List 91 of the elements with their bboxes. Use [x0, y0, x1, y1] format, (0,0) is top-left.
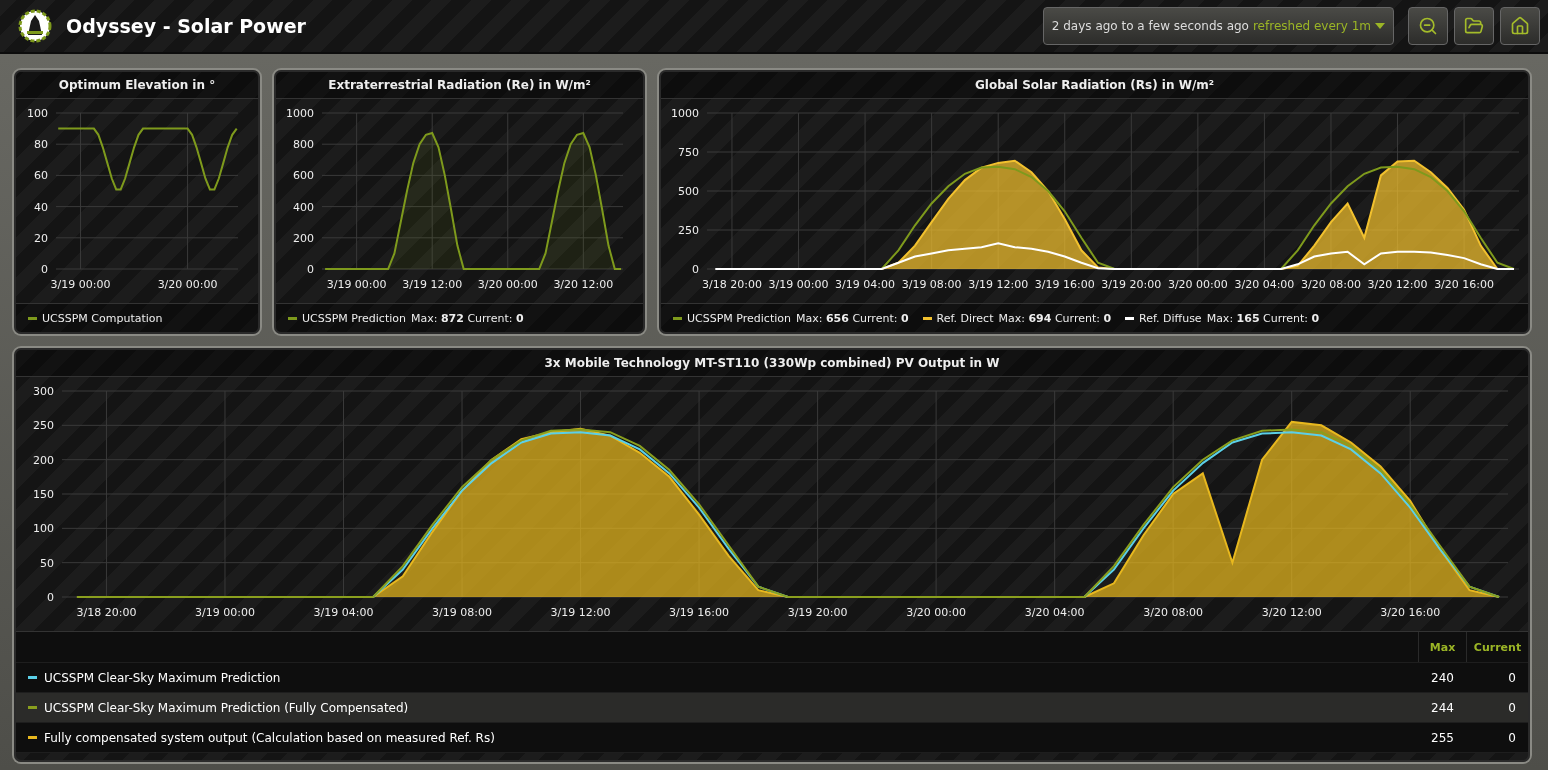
legend-label: Fully compensated system output (Calculation based on measured Ref. Rs) [44, 730, 495, 745]
panel-title: Optimum Elevation in ° [16, 72, 258, 99]
table-cell-text: 0 [1507, 700, 1517, 715]
axis-label: 3/19 12:00 [968, 278, 1029, 291]
legend-stats: Max: 872 Current: 0 [410, 311, 524, 325]
axis-label: 3/19 16:00 [669, 606, 729, 619]
legend-label: UCSSPM Clear-Sky Maximum Prediction [44, 670, 281, 685]
axis-label: 200 [33, 453, 54, 467]
axis-label: 250 [33, 419, 54, 433]
dashboard-title: Odyssey - Solar Power [66, 15, 307, 37]
zoom-out-button[interactable] [1408, 7, 1448, 45]
time-range-picker[interactable]: 2 days ago to a few seconds ago refreshed every 1m [1042, 7, 1394, 45]
axis-label: 3/20 04:00 [1234, 278, 1295, 291]
legend-stats: Max: 694 Current: 0 [998, 311, 1112, 325]
panel-title: Extraterrestrial Radiation (Re) in W/m² [276, 72, 643, 99]
axis-label: 3/20 12:00 [1367, 278, 1428, 291]
panel-title: Global Solar Radiation (Rs) in W/m² [661, 72, 1528, 99]
axis-label: 3/20 00:00 [157, 278, 218, 291]
legend-label: Ref. Diffuse [1139, 311, 1202, 325]
axis-label: 250 [678, 224, 699, 237]
axis-label: 3/20 16:00 [1434, 278, 1495, 291]
folder-icon [1464, 16, 1484, 36]
axis-label: 3/20 00:00 [477, 278, 538, 291]
legend-label: UCSSPM Prediction [687, 311, 791, 325]
column-header: Current [1466, 632, 1528, 662]
axis-label: 3/19 20:00 [787, 606, 848, 619]
home-icon [1510, 16, 1530, 36]
axis-label: 200 [293, 231, 314, 245]
axis-label: 60 [34, 169, 48, 183]
axis-label: 500 [678, 185, 699, 198]
axis-label: 0 [41, 263, 48, 276]
axis-label: 3/20 08:00 [1143, 606, 1204, 619]
axis-label: 0 [47, 591, 54, 604]
axis-label: 3/20 00:00 [906, 606, 967, 619]
legend-stats: Max: 656 Current: 0 [795, 311, 909, 325]
axis-label: 3/19 20:00 [1101, 278, 1162, 291]
axis-label: 150 [33, 488, 54, 501]
home-button[interactable] [1500, 7, 1540, 45]
axis-label: 100 [27, 107, 48, 120]
legend-row[interactable]: Fully compensated system output (Calculation based on measured Ref. Rs) 255 0 [16, 723, 1528, 753]
axis-label: 300 [33, 385, 54, 398]
axis-label: 80 [34, 138, 48, 152]
axis-label: 3/19 12:00 [550, 606, 611, 619]
open-button[interactable] [1454, 7, 1494, 45]
axis-label: 600 [293, 169, 314, 183]
axis-label: 50 [40, 556, 54, 570]
table-cell-text: 240 [1430, 670, 1455, 685]
axis-label: 3/20 12:00 [1261, 606, 1322, 619]
axis-label: 800 [293, 138, 314, 152]
logo-icon [18, 9, 52, 43]
axis-label: 750 [678, 146, 699, 159]
legend-label: UCSSPM Prediction [302, 311, 406, 325]
axis-label: 400 [293, 200, 314, 214]
table-cell-text: 0 [1507, 670, 1517, 685]
axis-label: 3/19 00:00 [768, 278, 829, 291]
legend-label: UCSSPM Clear-Sky Maximum Prediction (Fully Compensated) [44, 700, 409, 715]
axis-label: 0 [692, 263, 699, 276]
axis-label: 100 [33, 522, 54, 536]
caret-icon [1375, 23, 1385, 29]
axis-label: 3/19 00:00 [50, 278, 111, 291]
axis-label: 1000 [286, 107, 314, 120]
axis-label: 3/18 20:00 [702, 278, 762, 291]
axis-label: 3/19 04:00 [313, 606, 374, 619]
axis-label: 3/20 08:00 [1301, 278, 1361, 291]
axis-label: 3/19 08:00 [901, 278, 962, 291]
legend-row[interactable]: UCSSPM Clear-Sky Maximum Prediction (Fully Compensated) 244 0 [16, 693, 1528, 723]
axis-label: 3/19 12:00 [402, 278, 463, 291]
axis-label: 0 [307, 263, 314, 276]
axis-label: 3/20 00:00 [1167, 278, 1228, 291]
legend-label: UCSSPM Computation [42, 311, 163, 325]
panel-title: 3x Mobile Technology MT-ST110 (330Wp combined) PV Output in W [16, 350, 1528, 377]
axis-label: 40 [34, 200, 48, 214]
column-header: Max [1418, 632, 1466, 662]
axis-label: 3/19 16:00 [1034, 278, 1095, 291]
axis-label: 3/20 12:00 [553, 278, 614, 291]
table-cell-text: 244 [1430, 700, 1455, 715]
table-cell-text: 0 [1507, 730, 1517, 745]
axis-label: 3/20 04:00 [1024, 606, 1085, 619]
axis-label: 3/19 00:00 [195, 606, 255, 619]
axis-label: 3/19 08:00 [432, 606, 492, 619]
legend-label: Ref. Direct [936, 311, 994, 325]
legend-row[interactable]: UCSSPM Clear-Sky Maximum Prediction 240 0 [16, 663, 1528, 693]
axis-label: 3/20 16:00 [1380, 606, 1441, 619]
axis-label: 3/19 00:00 [326, 278, 387, 291]
legend-stats: Max: 165 Current: 0 [1206, 311, 1320, 325]
axis-label: 3/18 20:00 [76, 606, 137, 619]
table-cell-text: 255 [1430, 730, 1455, 745]
zoom-out-icon [1418, 16, 1438, 36]
axis-label: 3/19 04:00 [835, 278, 896, 291]
axis-label: 1000 [671, 107, 699, 120]
axis-label: 20 [34, 231, 48, 245]
